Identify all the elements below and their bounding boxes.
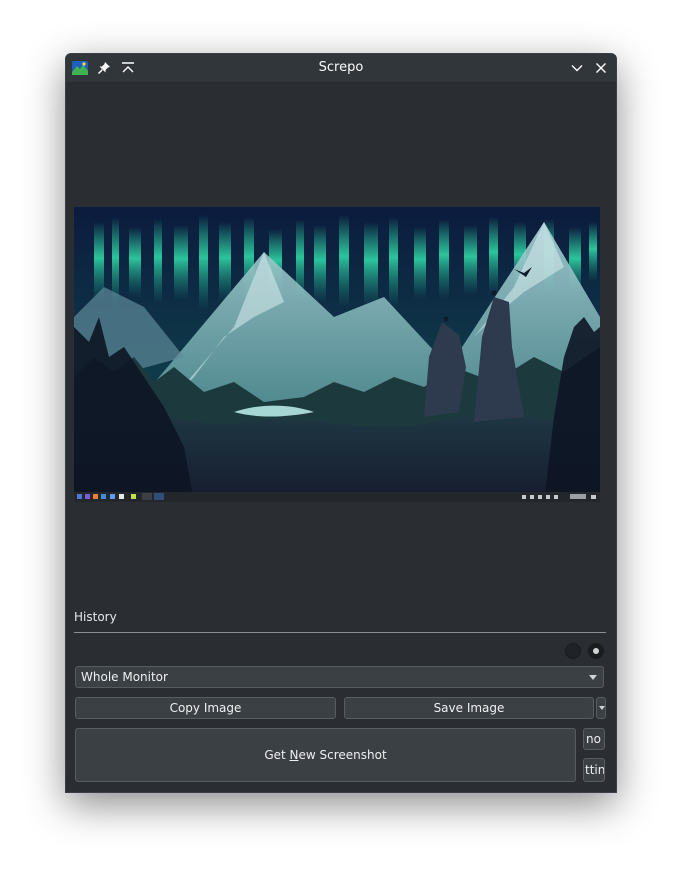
screenshot-preview[interactable]: [74, 207, 600, 502]
title-bar: Screpo: [66, 54, 616, 83]
copy-image-label: Copy Image: [169, 701, 242, 715]
app-window: Screpo History Whole Monitor Copy Image …: [65, 53, 617, 793]
save-image-button[interactable]: Save Image: [344, 697, 594, 719]
copy-image-button[interactable]: Copy Image: [75, 697, 336, 719]
history-label: History: [74, 610, 117, 624]
save-options-button[interactable]: [596, 697, 606, 719]
capture-mode-select[interactable]: Whole Monitor: [75, 666, 604, 688]
side-button-top-label: no: [586, 732, 601, 746]
close-icon[interactable]: [591, 58, 611, 78]
dropdown-arrow-icon: [599, 706, 605, 710]
get-new-screenshot-label: Get New Screenshot: [264, 748, 387, 762]
window-title: Screpo: [318, 60, 364, 75]
history-dot-empty[interactable]: [565, 643, 581, 659]
get-new-screenshot-button[interactable]: Get New Screenshot: [75, 728, 576, 782]
dropdown-arrow-icon: [589, 675, 597, 680]
preview-image: [74, 207, 600, 502]
capture-mode-value: Whole Monitor: [81, 670, 168, 684]
side-button-bottom-label: ttin: [585, 763, 605, 777]
history-dot-current[interactable]: [588, 643, 604, 659]
side-button-top[interactable]: no: [583, 728, 605, 750]
save-image-label: Save Image: [433, 701, 505, 715]
side-button-bottom[interactable]: ttin: [583, 758, 605, 782]
history-divider: [74, 632, 606, 633]
chevron-down-icon[interactable]: [567, 58, 587, 78]
